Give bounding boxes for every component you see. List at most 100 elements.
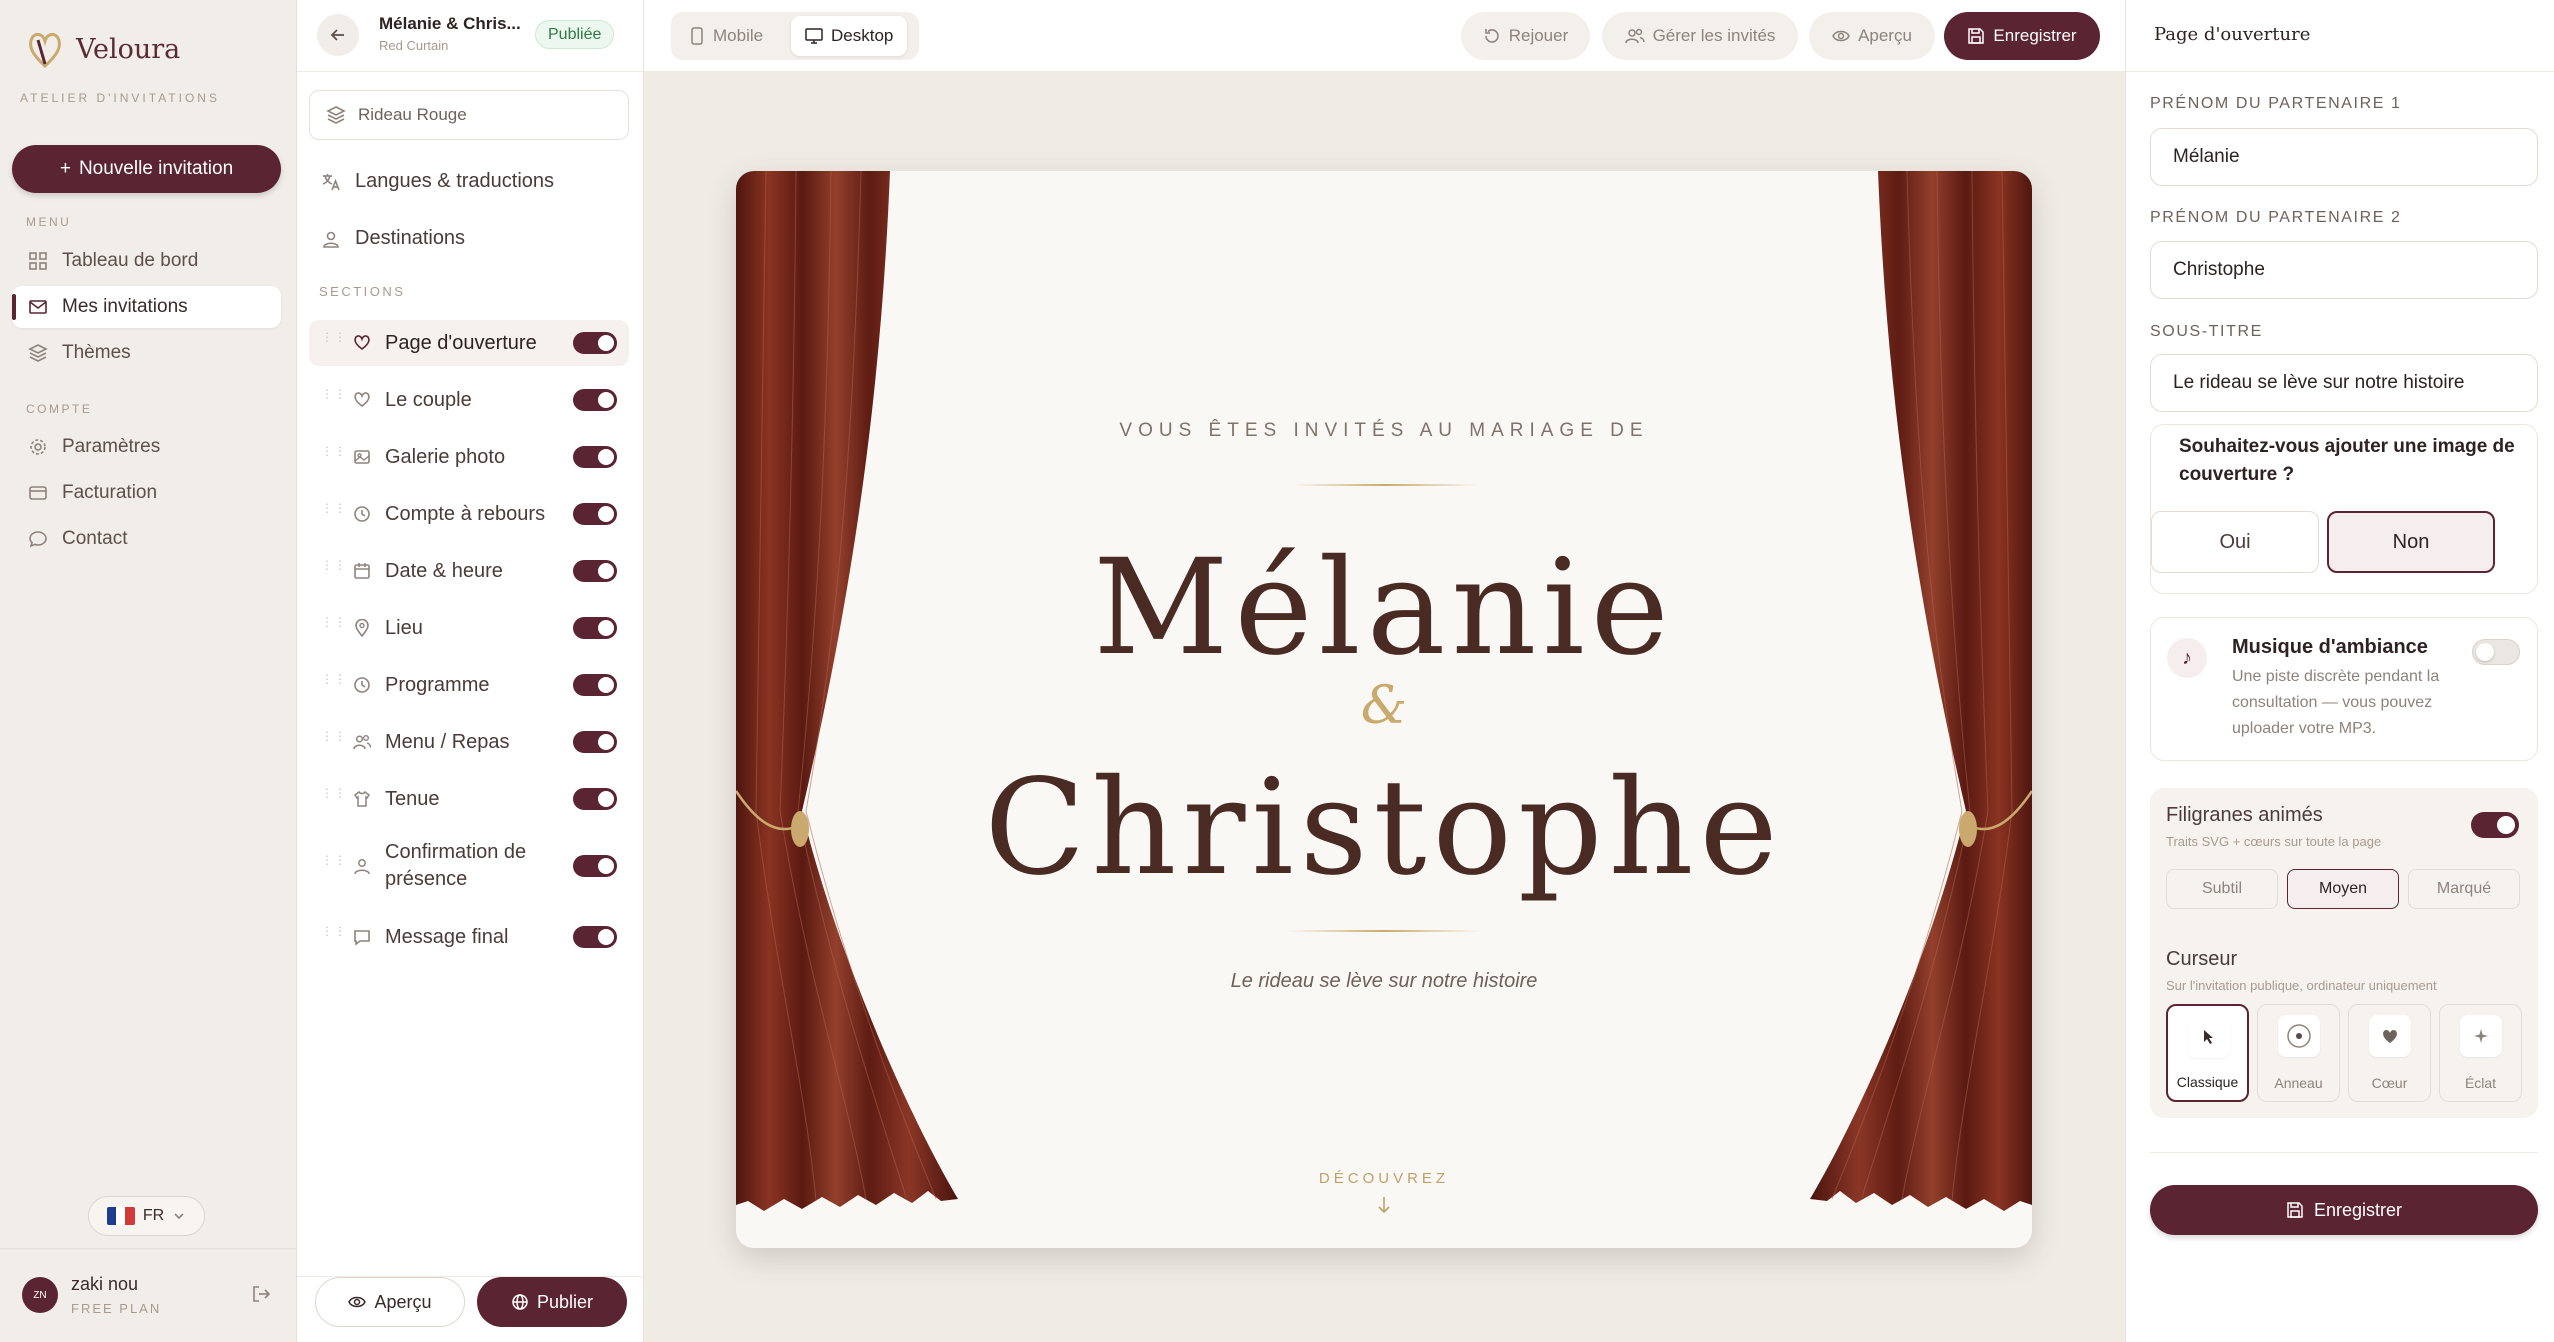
discover-label[interactable]: DÉCOUVREZ — [736, 1170, 2032, 1187]
section-toggle[interactable] — [573, 731, 617, 753]
section-toggle[interactable] — [573, 926, 617, 948]
device-switch: Mobile Desktop — [671, 12, 919, 60]
partner1-input[interactable]: Mélanie — [2150, 128, 2538, 186]
drag-handle-icon[interactable]: ⋮⋮ — [321, 559, 347, 571]
intensity-subtle[interactable]: Subtil — [2166, 869, 2278, 909]
drag-handle-icon[interactable]: ⋮⋮ — [321, 673, 347, 685]
section-row-menu-repas[interactable]: ⋮⋮ Menu / Repas — [309, 719, 629, 765]
settings-header: Page d'ouverture — [2126, 0, 2554, 72]
theme-selector[interactable]: Rideau Rouge — [309, 90, 629, 140]
arrow-down-icon[interactable] — [1375, 1195, 1393, 1215]
watermark-toggle[interactable] — [2471, 812, 2519, 838]
partner2-input[interactable]: Christophe — [2150, 241, 2538, 299]
nav-contact-label: Contact — [62, 528, 128, 549]
section-name: Message final — [385, 926, 509, 948]
nav-settings[interactable]: Paramètres — [12, 426, 281, 468]
section-row-date-heure[interactable]: ⋮⋮ Date & heure — [309, 548, 629, 594]
subtitle-input[interactable]: Le rideau se lève sur notre histoire — [2150, 354, 2538, 412]
desktop-label: Desktop — [831, 26, 894, 45]
section-row-confirmation-de-presence[interactable]: ⋮⋮ Confirmation de présence — [309, 833, 629, 899]
section-row-programme[interactable]: ⋮⋮ Programme — [309, 662, 629, 708]
drag-handle-icon[interactable]: ⋮⋮ — [321, 445, 347, 457]
cursor-heart-label: Cœur — [2371, 1075, 2408, 1091]
settings-title: Page d'ouverture — [2154, 24, 2311, 45]
section-toggle[interactable] — [573, 332, 617, 354]
cursor-heart-option[interactable]: Cœur — [2348, 1004, 2431, 1102]
back-button[interactable] — [317, 14, 359, 56]
section-name: Tenue — [385, 788, 440, 810]
replay-button[interactable]: Rejouer — [1461, 12, 1590, 60]
logout-icon[interactable] — [250, 1283, 272, 1305]
drag-handle-icon[interactable]: ⋮⋮ — [321, 787, 347, 799]
languages-link[interactable]: Langues & traductions — [321, 170, 554, 193]
language-label: FR — [142, 1207, 165, 1224]
section-toggle[interactable] — [573, 503, 617, 525]
ampersand: & — [1360, 676, 1408, 736]
drag-handle-icon[interactable]: ⋮⋮ — [321, 730, 347, 742]
cover-no-option[interactable]: Non — [2327, 511, 2495, 573]
drag-handle-icon[interactable]: ⋮⋮ — [321, 854, 347, 866]
section-row-tenue[interactable]: ⋮⋮ Tenue — [309, 776, 629, 822]
intensity-medium[interactable]: Moyen — [2287, 869, 2399, 909]
brand-logo[interactable]: Veloura — [24, 28, 180, 70]
music-toggle[interactable] — [2472, 639, 2520, 665]
section-row-lieu[interactable]: ⋮⋮ Lieu — [309, 605, 629, 651]
invitation-preview[interactable]: VOUS ÊTES INVITÉS AU MARIAGE DE Mélanie … — [736, 171, 2032, 1248]
section-toggle[interactable] — [573, 617, 617, 639]
partner2-field-label: PRÉNOM DU PARTENAIRE 2 — [2150, 209, 2402, 226]
heart-logo-icon — [29, 32, 61, 69]
section-toggle[interactable] — [573, 674, 617, 696]
section-row-galerie-photo[interactable]: ⋮⋮ Galerie photo — [309, 434, 629, 480]
publish-button[interactable]: Publier — [477, 1277, 627, 1327]
save-toolbar-button[interactable]: Enregistrer — [1944, 12, 2100, 60]
preview-label: Aperçu — [374, 1291, 432, 1312]
preview-button[interactable]: Aperçu — [315, 1277, 465, 1327]
nav-my-invitations[interactable]: Mes invitations — [12, 286, 281, 328]
cursor-ring-option[interactable]: Anneau — [2257, 1004, 2340, 1102]
new-invitation-button[interactable]: + Nouvelle invitation — [12, 145, 281, 193]
nav-themes-label: Thèmes — [62, 342, 131, 363]
drag-handle-icon[interactable]: ⋮⋮ — [321, 616, 347, 628]
drag-handle-icon[interactable]: ⋮⋮ — [321, 502, 347, 514]
clock-icon — [353, 505, 371, 523]
drag-handle-icon[interactable]: ⋮⋮ — [321, 925, 347, 937]
nav-billing[interactable]: Facturation — [12, 472, 281, 514]
section-row-compte-a-rebours[interactable]: ⋮⋮ Compte à rebours — [309, 491, 629, 537]
section-row-page-d-ouverture[interactable]: ⋮⋮ Page d'ouverture — [309, 320, 629, 366]
section-row-le-couple[interactable]: ⋮⋮ Le couple — [309, 377, 629, 423]
user-icon — [323, 231, 339, 248]
cursor-sparkle-option[interactable]: Éclat — [2439, 1004, 2522, 1102]
section-toggle[interactable] — [573, 788, 617, 810]
nav-themes[interactable]: Thèmes — [12, 332, 281, 374]
language-selector[interactable]: FR — [88, 1196, 205, 1236]
cover-yes-option[interactable]: Oui — [2151, 511, 2319, 573]
editor-footer: Aperçu Publier — [297, 1276, 644, 1342]
partner2-name: Christophe — [984, 751, 1784, 905]
cursor-title: Curseur — [2166, 948, 2238, 970]
drag-handle-icon[interactable]: ⋮⋮ — [321, 388, 347, 400]
drag-handle-icon[interactable]: ⋮⋮ — [321, 331, 347, 343]
gear-icon — [30, 439, 46, 455]
section-name: Confirmation de présence — [385, 841, 527, 890]
avatar[interactable]: ZN — [22, 1277, 58, 1313]
mobile-label: Mobile — [713, 26, 764, 45]
nav-dashboard[interactable]: Tableau de bord — [12, 240, 281, 282]
pointer-icon — [2188, 1016, 2230, 1058]
save-button[interactable]: Enregistrer — [2150, 1185, 2538, 1235]
plus-icon: + — [59, 158, 71, 179]
users-icon — [1624, 28, 1645, 44]
intensity-strong[interactable]: Marqué — [2408, 869, 2520, 909]
desktop-view-button[interactable]: Desktop — [791, 16, 908, 56]
preview-toolbar-button[interactable]: Aperçu — [1809, 12, 1935, 60]
section-toggle[interactable] — [573, 855, 617, 877]
section-toggle[interactable] — [573, 446, 617, 468]
section-row-message-final[interactable]: ⋮⋮ Message final — [309, 914, 629, 960]
destinations-link[interactable]: Destinations — [321, 227, 465, 250]
section-toggle[interactable] — [573, 560, 617, 582]
cover-question-text: Souhaitez-vous ajouter une image de couv… — [2179, 436, 2515, 485]
nav-contact[interactable]: Contact — [12, 518, 281, 560]
manage-guests-button[interactable]: Gérer les invités — [1602, 12, 1798, 60]
cursor-classic-option[interactable]: Classique — [2166, 1004, 2249, 1102]
section-toggle[interactable] — [573, 389, 617, 411]
mobile-view-button[interactable]: Mobile — [675, 16, 777, 56]
